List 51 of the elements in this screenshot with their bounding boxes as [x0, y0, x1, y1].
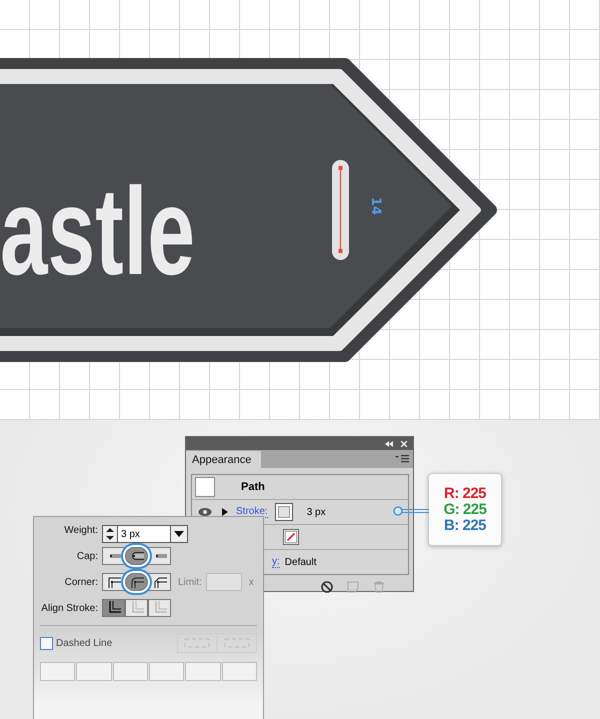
- stroke-swatch[interactable]: [274, 503, 293, 521]
- fill-none-swatch[interactable]: [283, 529, 299, 545]
- stroke-weight: 3 px: [306, 506, 326, 518]
- align-icon: [152, 601, 166, 615]
- corner-icon: [130, 576, 144, 588]
- clear-icon[interactable]: [321, 581, 333, 593]
- leader-line: [393, 506, 429, 516]
- weight-label: Weight:: [63, 524, 98, 536]
- expand-icon[interactable]: [222, 508, 228, 516]
- cap-icon: [130, 551, 144, 561]
- dash-field[interactable]: [222, 662, 257, 681]
- duplicate-icon[interactable]: [347, 581, 359, 593]
- limit-label: Limit:: [178, 576, 202, 588]
- collapse-icon[interactable]: [385, 440, 393, 446]
- dash-field[interactable]: [148, 662, 184, 681]
- dashed-line-label: Dashed Line: [56, 638, 112, 648]
- eye-icon[interactable]: [198, 507, 212, 517]
- align-button[interactable]: [148, 599, 171, 617]
- dash-field[interactable]: [185, 662, 221, 681]
- close-icon[interactable]: [401, 440, 407, 446]
- opacity-value: Default: [284, 556, 316, 568]
- rgb-value: R: 225: [444, 486, 486, 502]
- path-thumbnail: [195, 477, 215, 497]
- corner-icon: [106, 576, 120, 588]
- dash-field[interactable]: [76, 662, 112, 681]
- dash-field[interactable]: [40, 662, 76, 681]
- corner-icon: [152, 576, 166, 588]
- measure-label: 14: [368, 196, 383, 216]
- stepper-icon[interactable]: [103, 526, 118, 542]
- rgb-value: B: 225: [444, 518, 486, 534]
- limit-unit: x: [248, 576, 254, 588]
- align-icon: [130, 601, 144, 615]
- align-stroke-label: Align Stroke:: [40, 602, 98, 614]
- dropdown-icon[interactable]: [170, 526, 187, 542]
- weight-field[interactable]: 3 px: [102, 525, 188, 543]
- align-button[interactable]: [102, 599, 125, 617]
- corner-label: Corner:: [64, 576, 98, 588]
- corner-button[interactable]: [102, 573, 125, 591]
- align-icon: [106, 601, 120, 615]
- dashed-line-checkbox[interactable]: [40, 636, 53, 650]
- menu-icon[interactable]: [395, 455, 409, 463]
- dash-field[interactable]: [112, 662, 148, 681]
- limit-field[interactable]: [206, 573, 242, 591]
- path-label: Path: [241, 481, 265, 493]
- opacity-link[interactable]: y:: [272, 556, 280, 568]
- align-button[interactable]: [125, 599, 148, 617]
- sign-text: astle: [0, 163, 283, 301]
- rgb-value: G: 225: [444, 502, 486, 518]
- panel-tab[interactable]: Appearance: [186, 451, 262, 468]
- trash-icon[interactable]: [373, 581, 385, 593]
- cap-label: Cap:: [76, 550, 98, 562]
